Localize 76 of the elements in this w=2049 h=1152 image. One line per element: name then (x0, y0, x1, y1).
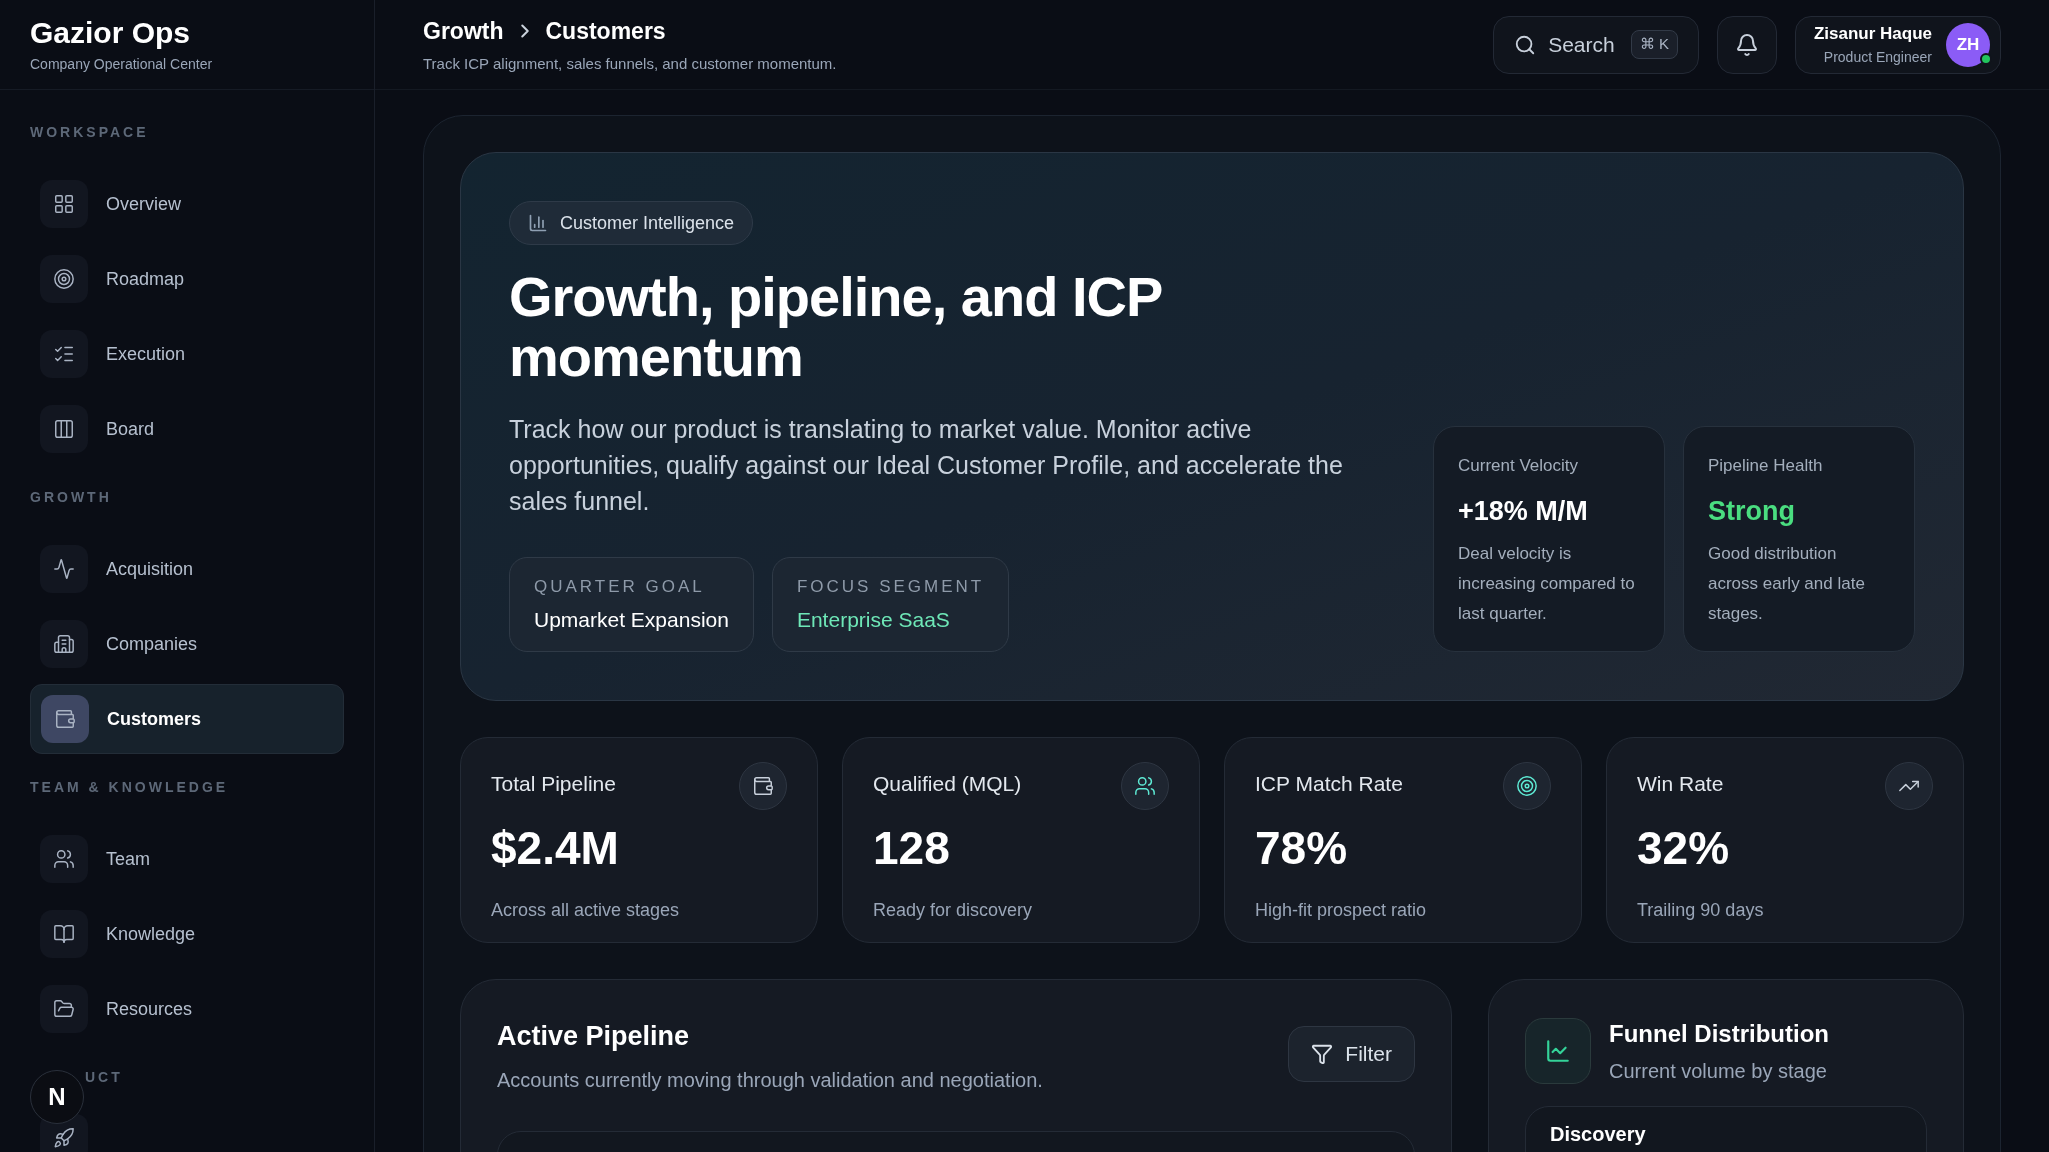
breadcrumb-current: Customers (545, 17, 666, 46)
search-icon (1514, 33, 1537, 56)
insight-label: Pipeline Health (1708, 455, 1824, 477)
insight-label: Current Velocity (1458, 455, 1579, 477)
line-chart-icon (1545, 1038, 1571, 1064)
shortcut-hint: ⌘ K (1630, 30, 1678, 59)
stat-label: Total Pipeline (491, 771, 616, 797)
user-role: Product Engineer (1822, 47, 1932, 67)
sidebar-item[interactable]: Execution (30, 319, 344, 389)
sidebar-item[interactable]: Companies (30, 609, 344, 679)
wallet-icon (752, 775, 774, 797)
section-heading: WORKSPACE (30, 123, 149, 142)
folder-icon (53, 998, 75, 1020)
stat-label: ICP Match Rate (1255, 771, 1403, 797)
stat-value: 128 (873, 821, 951, 876)
stat-note: High-fit prospect ratio (1255, 899, 1428, 922)
users-icon (1134, 775, 1156, 797)
stat-label: Win Rate (1637, 771, 1724, 797)
search-button[interactable]: Search ⌘ K (1493, 15, 1699, 74)
insight-note: Good distribution across early and late stages. (1708, 543, 1866, 625)
sidebar-item[interactable]: Customers (30, 684, 344, 754)
card-title: Funnel Distribution (1609, 1019, 1829, 1049)
sidebar-item[interactable]: Team (30, 824, 344, 894)
pulse-icon (53, 558, 75, 580)
tag-label: QUARTER GOAL (534, 576, 706, 598)
insight-value: Strong (1708, 494, 1796, 528)
card-title: Active Pipeline (497, 1020, 691, 1053)
rocket-icon (53, 1127, 75, 1149)
category-badge: Customer Intelligence (509, 201, 754, 245)
user-avatar: ZH (1946, 22, 1990, 67)
notifications-button[interactable] (1716, 15, 1777, 74)
page-subtitle: Track ICP alignment, sales funnels, and customer momentum. (423, 53, 838, 74)
sidebar-item[interactable]: Overview (30, 169, 344, 239)
stat-note: Ready for discovery (873, 899, 1034, 922)
sidebar-item[interactable]: Acquisition (30, 534, 344, 604)
breadcrumb-link[interactable]: Growth (423, 14, 504, 49)
tag-label: FOCUS SEGMENT (796, 576, 985, 598)
book-icon (53, 923, 75, 945)
insight-note: Deal velocity is increasing compared to last quarter. (1458, 543, 1636, 625)
tag-value: Upmarket Expansion (534, 606, 729, 633)
sidebar-item[interactable]: Knowledge (30, 899, 344, 969)
target-icon (53, 268, 75, 290)
bell-icon (1734, 32, 1759, 57)
filter-icon (1311, 1043, 1334, 1065)
user-name: Zisanur Haque (1813, 23, 1932, 46)
stat-label: Qualified (MQL) (873, 771, 1022, 797)
sidebar-item[interactable]: Roadmap (30, 244, 344, 314)
columns-icon (53, 418, 75, 440)
floating-badge[interactable]: N (30, 1070, 84, 1124)
bar-chart-icon (528, 213, 548, 233)
card-subtitle: Accounts currently moving through validation and negotiation. (497, 1067, 1043, 1093)
users-icon (53, 848, 75, 870)
stage-label: Discovery (1550, 1123, 1646, 1145)
section-heading: TEAM & KNOWLEDGE (30, 778, 229, 797)
app-title: Gazior Ops (30, 15, 192, 51)
building-icon (53, 633, 75, 655)
user-menu[interactable]: Zisanur Haque Product Engineer ZH (1794, 15, 2001, 74)
filter-button[interactable]: Filter (1288, 1026, 1415, 1082)
stat-note: Trailing 90 days (1637, 899, 1765, 922)
app-subtitle: Company Operational Center (30, 55, 214, 74)
sidebar-item[interactable]: Resources (30, 974, 344, 1044)
insight-value: +18% M/M (1458, 494, 1589, 528)
section-heading: UCT (85, 1068, 123, 1087)
stat-note: Across all active stages (491, 899, 681, 922)
target-icon (1516, 775, 1538, 797)
section-heading: GROWTH (30, 488, 112, 507)
sidebar-item[interactable]: Board (30, 394, 344, 464)
hero-title: Growth, pipeline, and ICP momentum (509, 267, 1163, 387)
grid-icon (53, 193, 75, 215)
card-subtitle: Current volume by stage (1609, 1059, 1828, 1084)
hero-description: Track how our product is translating to market value. Monitor active opportunities, qualify against our Ideal Customer Profile, and accelerate the sales funnel. (509, 414, 1344, 517)
wallet-icon (54, 708, 76, 730)
stat-value: 78% (1255, 821, 1349, 876)
stat-value: 32% (1637, 821, 1731, 876)
tag-value: Enterprise SaaS (796, 606, 951, 633)
stat-value: $2.4M (491, 821, 620, 876)
